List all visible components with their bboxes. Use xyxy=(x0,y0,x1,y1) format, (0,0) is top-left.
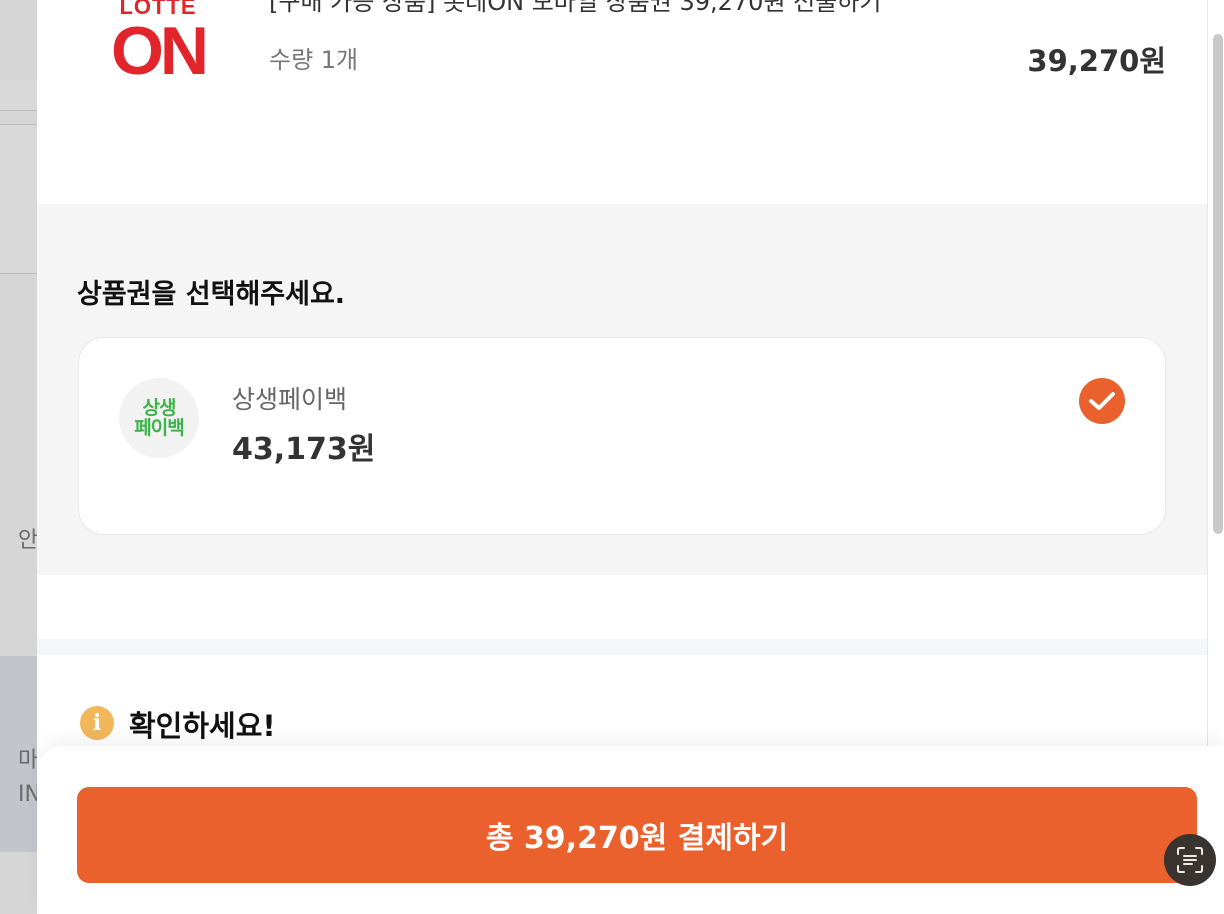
check-glyph xyxy=(1089,392,1115,410)
bottom-bar: 총 39,270원 결제하기 xyxy=(37,746,1224,914)
background-input xyxy=(0,124,38,274)
product-summary: LOTTE ON [구매 가능 상품] 롯데ON 모바일 상품권 39,270원… xyxy=(37,0,1207,204)
product-price: 39,270원 xyxy=(1027,44,1166,78)
background-page: 안 마 IN xyxy=(0,0,41,914)
voucher-amount: 43,173원 xyxy=(232,432,376,467)
lotte-on-logo: LOTTE ON xyxy=(103,0,213,94)
scan-icon xyxy=(1177,847,1203,873)
background-text: 안 xyxy=(18,528,39,553)
voucher-section: 상품권을 선택해주세요. 상생 페이백 상생페이백 43,173원 xyxy=(37,204,1207,575)
product-name: [구매 가능 상품] 롯데ON 모바일 상품권 39,270원 선물하기 xyxy=(269,0,882,16)
section-divider xyxy=(37,639,1207,655)
paybag-logo-line1: 상생 xyxy=(142,397,177,419)
info-icon: i xyxy=(80,706,114,740)
background-input xyxy=(0,80,38,111)
check-icon[interactable] xyxy=(1079,378,1125,424)
product-quantity: 수량 1개 xyxy=(269,46,359,74)
voucher-name: 상생페이백 xyxy=(232,385,348,414)
paybag-logo-line2: 페이백 xyxy=(134,417,184,439)
section-title: 상품권을 선택해주세요. xyxy=(77,279,346,310)
logo-bottom-text: ON xyxy=(111,13,209,89)
background-text: 마 xyxy=(18,748,39,773)
scrollbar-thumb[interactable] xyxy=(1213,34,1223,534)
notice-title: 확인하세요! xyxy=(129,709,276,743)
voucher-card[interactable]: 상생 페이백 상생페이백 43,173원 xyxy=(78,337,1166,535)
text-scan-button[interactable] xyxy=(1164,834,1216,886)
paybag-logo: 상생 페이백 xyxy=(119,378,199,458)
pay-button[interactable]: 총 39,270원 결제하기 xyxy=(77,787,1197,883)
spacer xyxy=(37,575,1207,639)
